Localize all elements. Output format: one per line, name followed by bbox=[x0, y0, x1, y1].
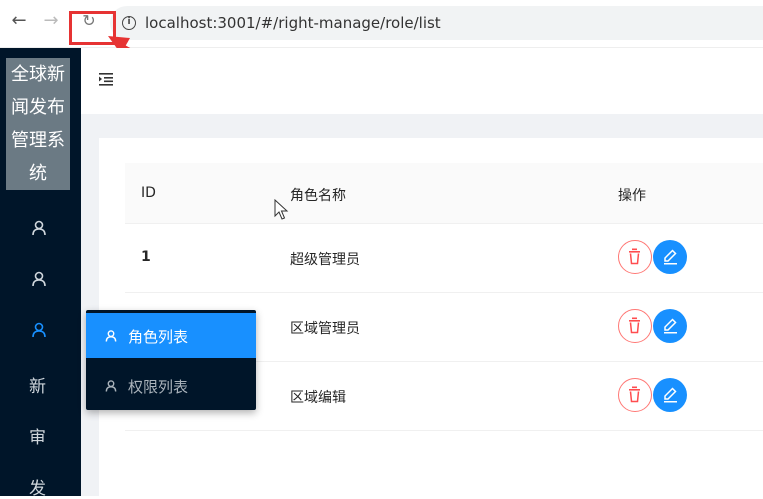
column-header-role-name: 角色名称 bbox=[290, 188, 346, 204]
user-icon bbox=[105, 330, 117, 342]
cell-id: 1 bbox=[141, 249, 151, 265]
trash-icon bbox=[629, 248, 640, 265]
cell-role-name: 区域管理员 bbox=[290, 321, 360, 337]
table-header bbox=[125, 163, 763, 223]
user-icon bbox=[105, 380, 117, 392]
edit-icon bbox=[664, 387, 677, 403]
logo-line: 全球新 bbox=[11, 64, 65, 85]
sidebar-item-news[interactable]: 新 bbox=[29, 372, 46, 397]
header bbox=[81, 48, 763, 114]
mouse-cursor-icon bbox=[274, 199, 289, 220]
delete-button[interactable] bbox=[618, 309, 652, 343]
submenu-label: 权限列表 bbox=[128, 378, 189, 396]
submenu-item-permission-list[interactable]: 权限列表 bbox=[86, 363, 256, 408]
user-icon[interactable] bbox=[30, 321, 48, 339]
logo-line: 闻发布 bbox=[11, 97, 65, 118]
back-arrow-icon[interactable]: ← bbox=[8, 10, 30, 32]
sidebar-item-audit[interactable]: 审 bbox=[29, 423, 46, 448]
cell-role-name: 区域编辑 bbox=[290, 390, 346, 406]
edit-icon bbox=[664, 249, 677, 265]
trash-icon bbox=[629, 317, 640, 334]
delete-button[interactable] bbox=[618, 240, 652, 274]
column-header-actions: 操作 bbox=[618, 188, 646, 204]
column-header-id: ID bbox=[141, 185, 156, 201]
delete-button[interactable] bbox=[618, 378, 652, 412]
sidebar-item-publish[interactable]: 发 bbox=[29, 474, 46, 499]
logo-line: 管理系 bbox=[11, 130, 65, 151]
edit-button[interactable] bbox=[653, 378, 687, 412]
row-divider bbox=[125, 430, 763, 431]
row-divider bbox=[125, 292, 763, 293]
cell-role-name: 超级管理员 bbox=[290, 252, 360, 268]
menu-unfold-icon[interactable] bbox=[99, 72, 113, 86]
submenu-popup: 角色列表 权限列表 bbox=[86, 310, 256, 410]
app-logo: 全球新 闻发布 管理系 统 bbox=[6, 58, 70, 190]
edit-button[interactable] bbox=[653, 240, 687, 274]
submenu-label: 角色列表 bbox=[128, 328, 189, 346]
edit-button[interactable] bbox=[653, 309, 687, 343]
info-icon[interactable]: i bbox=[122, 16, 136, 30]
row-divider bbox=[125, 223, 763, 224]
submenu-item-role-list[interactable]: 角色列表 bbox=[86, 313, 256, 358]
forward-arrow-icon[interactable]: → bbox=[40, 10, 62, 32]
user-icon[interactable] bbox=[30, 219, 48, 237]
edit-icon bbox=[664, 318, 677, 334]
trash-icon bbox=[629, 386, 640, 403]
logo-line: 统 bbox=[29, 163, 47, 184]
user-icon[interactable] bbox=[30, 270, 48, 288]
